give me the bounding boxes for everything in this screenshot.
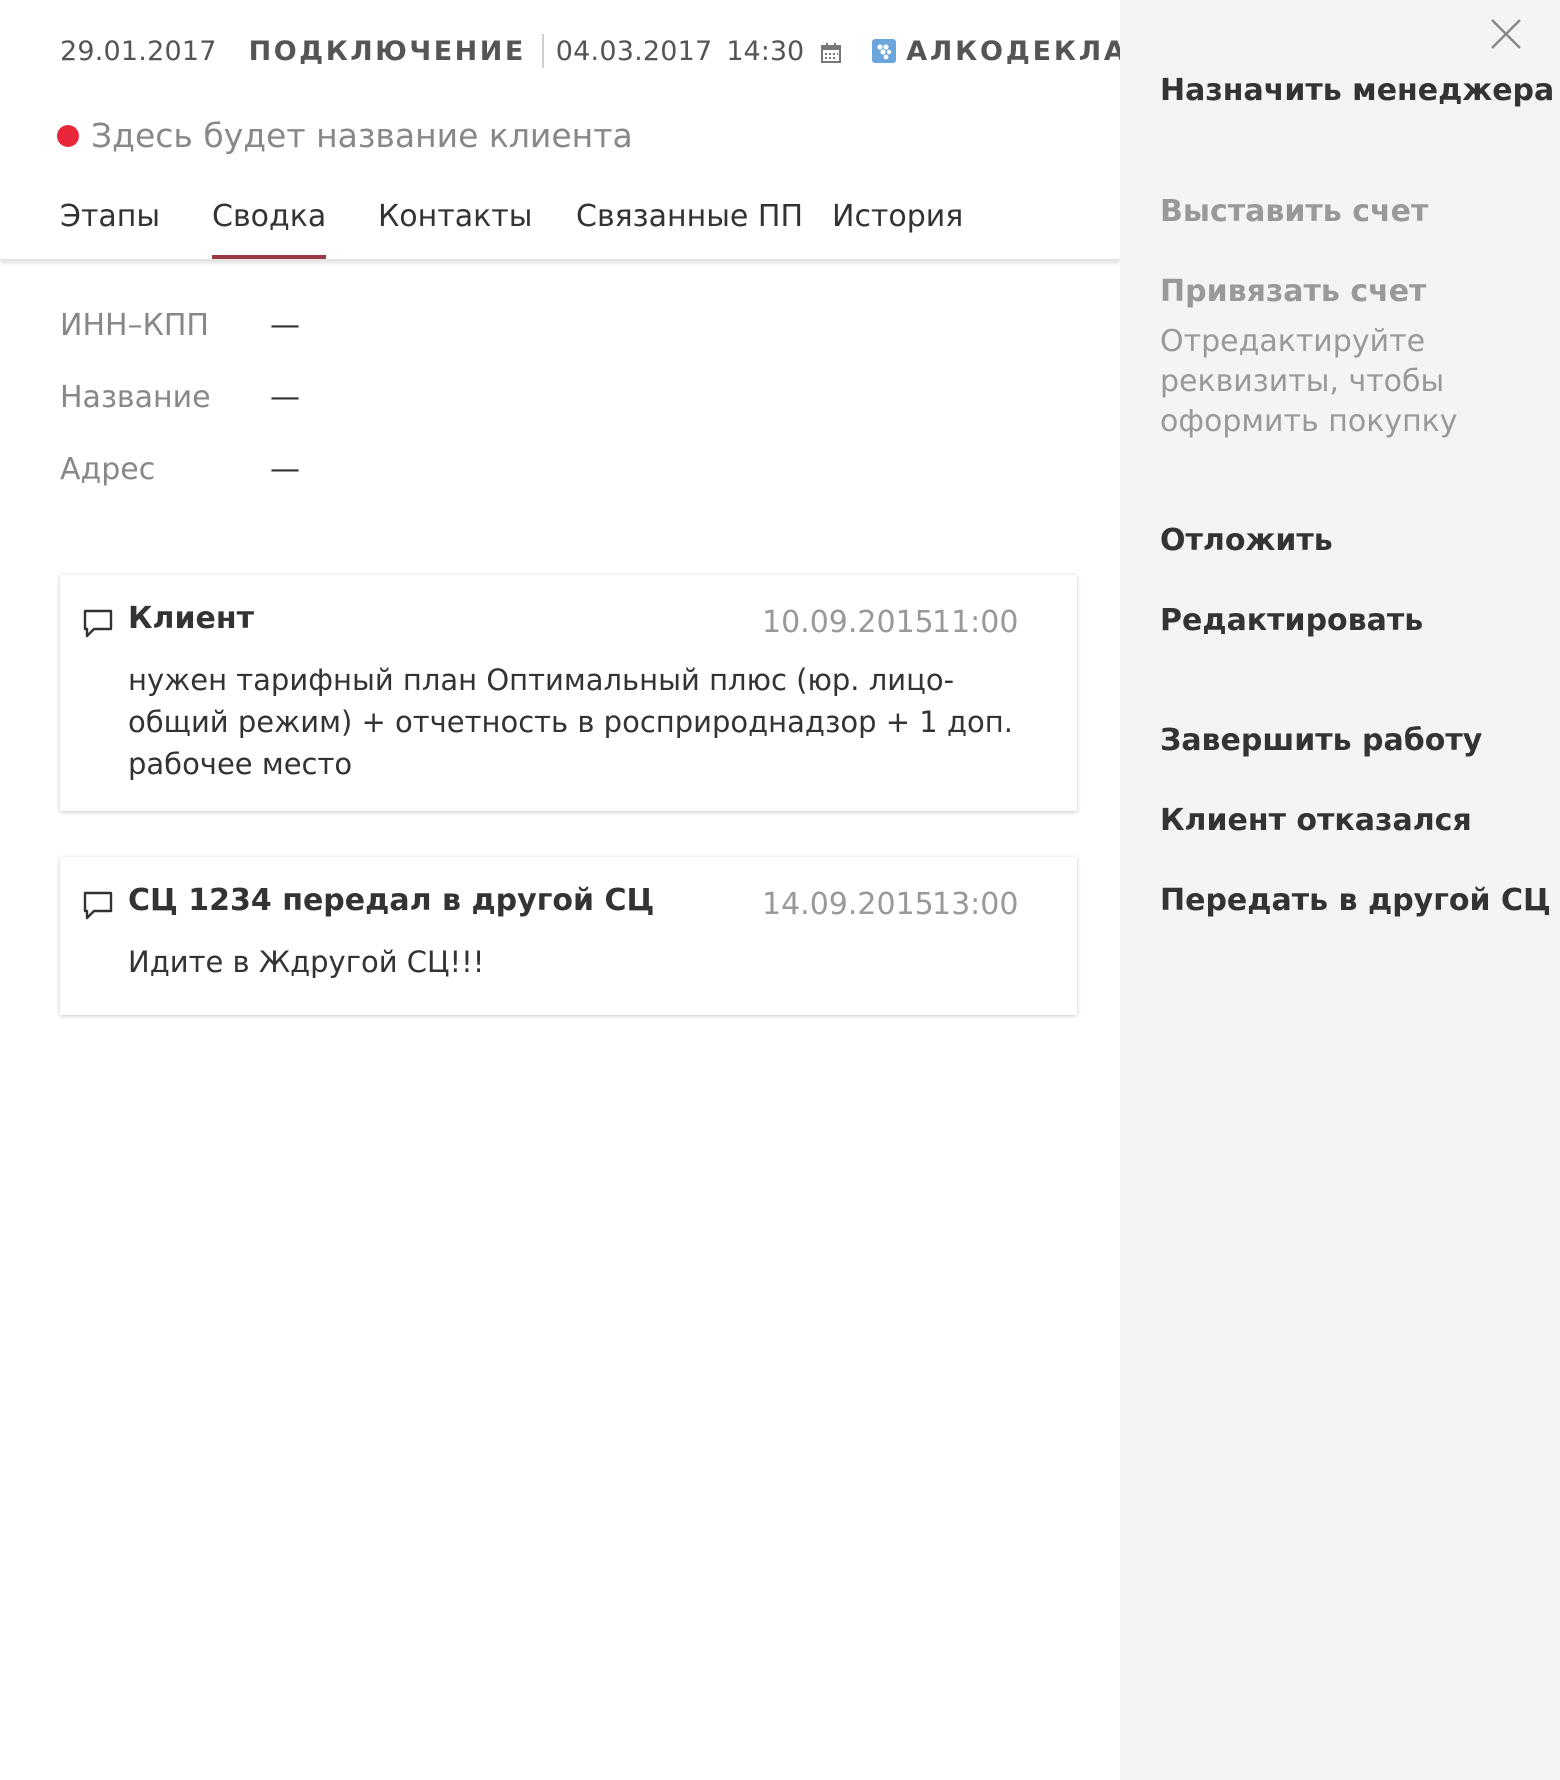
tab-summary[interactable]: Сводка — [212, 190, 327, 259]
speech-bubble-icon — [82, 889, 114, 921]
grapes-icon — [872, 39, 897, 63]
field-value: — — [270, 452, 300, 487]
calendar-icon[interactable] — [820, 40, 842, 63]
comment-time: 13:00 — [932, 887, 1019, 922]
comment-time: 11:00 — [932, 605, 1019, 640]
field-value: — — [270, 308, 300, 343]
field-label: ИНН–КПП — [60, 308, 209, 343]
attach-invoice-hint: Отредактируйте реквизиты, чтобы оформить… — [1160, 324, 1458, 439]
meta-bar: 29.01.2017 ПОДКЛЮЧЕНИЕ 04.03.2017 14:30 — [60, 33, 1251, 69]
comment-card: СЦ 1234 передал в другой СЦ 14.09.2015 1… — [60, 857, 1077, 1015]
comment-date: 14.09.2015 — [762, 887, 934, 922]
speech-bubble-icon — [82, 607, 114, 639]
field-value: — — [270, 380, 300, 415]
client-name: Здесь будет название клиента — [91, 116, 633, 155]
comment-author: Клиент — [128, 601, 254, 636]
comment-card: Клиент 10.09.2015 11:00 нужен тарифный п… — [60, 575, 1077, 811]
client-refused-button[interactable]: Клиент отказался — [1160, 803, 1472, 838]
deadline-time[interactable]: 14:30 — [726, 36, 804, 67]
deadline-date[interactable]: 04.03.2017 — [556, 36, 713, 67]
main-content: 29.01.2017 ПОДКЛЮЧЕНИЕ 04.03.2017 14:30 — [0, 0, 1248, 1780]
postpone-button[interactable]: Отложить — [1160, 523, 1333, 558]
tab-bar: Этапы Сводка Контакты Связанные ПП Истор… — [0, 190, 1120, 260]
edit-button[interactable]: Редактировать — [1160, 603, 1423, 638]
issue-invoice-button[interactable]: Выставить счет — [1160, 194, 1428, 229]
tab-contacts[interactable]: Контакты — [378, 190, 532, 259]
status-indicator — [57, 124, 79, 147]
transfer-button[interactable]: Передать в другой СЦ — [1160, 883, 1551, 918]
field-label: Адрес — [60, 452, 156, 487]
created-date: 29.01.2017 — [60, 35, 217, 67]
actions-panel: Назначить менеджера Выставить счет Привя… — [1120, 0, 1560, 1780]
client-header: Здесь будет название клиента — [57, 116, 633, 155]
comment-text: нужен тарифный план Оптимальный плюс (юр… — [128, 663, 1013, 781]
tab-history[interactable]: История — [832, 190, 963, 259]
meta-divider — [541, 34, 544, 68]
attach-invoice-button[interactable]: Привязать счет — [1160, 274, 1426, 309]
assign-manager-button[interactable]: Назначить менеджера — [1160, 73, 1554, 108]
tab-stages[interactable]: Этапы — [60, 190, 160, 259]
comment-author: СЦ 1234 передал в другой СЦ — [128, 883, 655, 918]
tab-related[interactable]: Связанные ПП — [576, 190, 803, 259]
finish-work-button[interactable]: Завершить работу — [1160, 723, 1482, 758]
field-label: Название — [60, 380, 211, 415]
comment-date: 10.09.2015 — [762, 605, 934, 640]
stage-label: ПОДКЛЮЧЕНИЕ — [248, 35, 526, 67]
comment-text: Идите в Ждругой СЦ!!! — [128, 945, 485, 979]
close-icon[interactable] — [1488, 16, 1524, 52]
